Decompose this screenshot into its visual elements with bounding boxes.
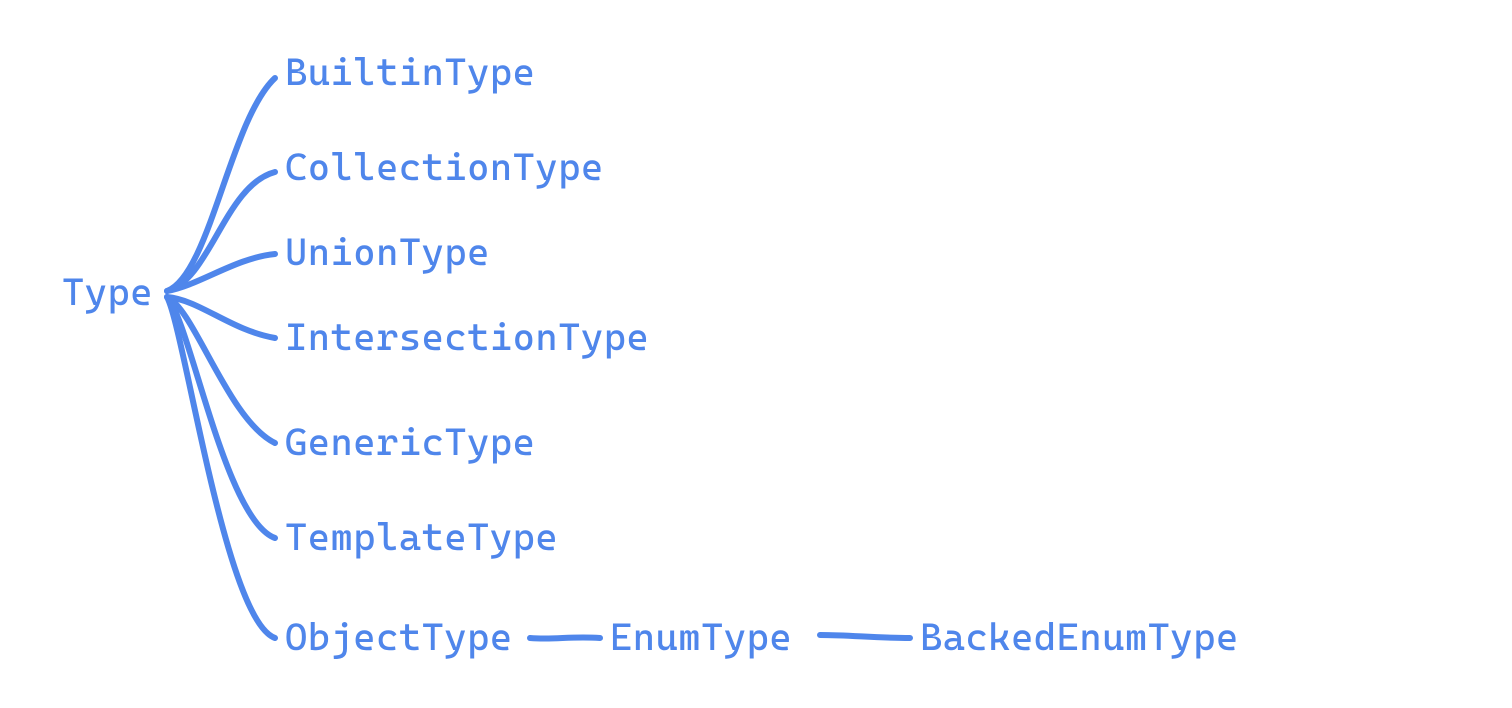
node-type-root: Type (62, 270, 153, 314)
connector-2 (167, 254, 275, 291)
node-intersection-type: IntersectionType (285, 315, 649, 359)
node-object-type: ObjectType (285, 615, 513, 659)
connector-3 (167, 297, 275, 338)
node-generic-type: GenericType (285, 420, 535, 464)
connector-6 (167, 297, 275, 638)
node-backed-enum-type: BackedEnumType (920, 615, 1239, 659)
diagram-stage: Type BuiltinType CollectionType UnionTyp… (0, 0, 1512, 708)
connector-4 (167, 297, 275, 443)
node-union-type: UnionType (285, 230, 490, 274)
connector-7 (530, 637, 600, 638)
connector-0 (167, 78, 275, 291)
node-enum-type: EnumType (610, 615, 792, 659)
connector-1 (167, 172, 275, 291)
connector-layer (0, 0, 1512, 708)
node-builtin-type: BuiltinType (285, 50, 535, 94)
node-collection-type: CollectionType (285, 145, 604, 189)
connector-8 (820, 635, 910, 638)
node-template-type: TemplateType (285, 515, 558, 559)
connector-5 (167, 297, 275, 538)
